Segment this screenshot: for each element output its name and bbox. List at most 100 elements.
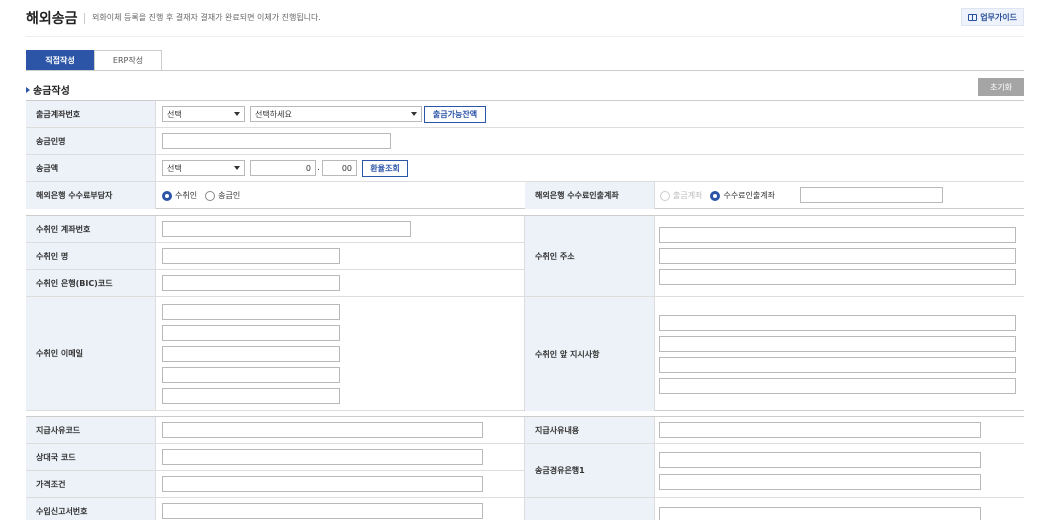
amount-integer-input[interactable]: 0: [250, 160, 316, 176]
fee-account-input[interactable]: [800, 187, 943, 203]
chevron-down-icon: [411, 112, 417, 116]
import-report-input[interactable]: [162, 503, 483, 519]
amount-row: 송금액 선택 0 . 00 환율조회: [26, 155, 1024, 182]
recipient-email-input-4[interactable]: [162, 367, 340, 383]
account-number-select[interactable]: 선택하세요: [250, 106, 422, 122]
recipient-bank-label: 수취인 은행(BIC)코드: [26, 270, 156, 296]
exchange-rate-button[interactable]: 환율조회: [362, 160, 408, 177]
reset-button[interactable]: 초기화: [978, 78, 1024, 96]
sender-name-input[interactable]: [162, 133, 391, 149]
withdraw-account-label: 출금계좌번호: [26, 101, 156, 127]
import-report-row: 수입신고서번호: [26, 498, 524, 520]
recipient-bank-row: 수취인 은행(BIC)코드: [26, 270, 524, 297]
fee-account-withdraw-radio: 출금계좌: [660, 190, 702, 201]
fee-payer-label: 해외은행 수수료부담자: [26, 182, 156, 209]
import-report-label: 수입신고서번호: [26, 498, 156, 520]
title-divider: [84, 13, 85, 24]
country-code-input[interactable]: [162, 449, 483, 465]
balance-check-button[interactable]: 출금가능잔액: [424, 106, 486, 123]
price-terms-row: 가격조건: [26, 471, 524, 498]
recipient-email-label: 수취인 이메일: [26, 297, 156, 410]
recipient-instruction-input-2[interactable]: [659, 336, 1016, 352]
radio-on-icon: [710, 190, 721, 201]
reason-code-row: 지급사유코드: [26, 417, 524, 444]
next-field-row: [525, 498, 1024, 520]
fee-payer-sender-label: 송금인: [218, 191, 241, 200]
recipient-address-row: 수취인 주소: [525, 216, 1024, 297]
currency-value: 선택: [167, 163, 182, 173]
reason-content-input[interactable]: [659, 422, 981, 438]
fee-row: 해외은행 수수료부담자 수취인 송금인 해외은행 수수료인출계좌 출금계좌 수수…: [26, 182, 1024, 209]
tab-erp[interactable]: ERP작성: [94, 50, 162, 71]
recipient-instruction-input-1[interactable]: [659, 315, 1016, 331]
fee-payer-recipient-label: 수취인: [175, 191, 198, 200]
recipient-account-input[interactable]: [162, 221, 411, 237]
recipient-email-input-1[interactable]: [162, 304, 340, 320]
recipient-email-input-2[interactable]: [162, 325, 340, 341]
fee-payer-sender-radio[interactable]: 송금인: [205, 190, 240, 201]
via-bank-row: 송금경유은행1: [525, 444, 1024, 498]
recipient-account-row: 수취인 계좌번호: [26, 216, 524, 243]
recipient-email-input-5[interactable]: [162, 388, 340, 404]
price-terms-input[interactable]: [162, 476, 483, 492]
account-type-select[interactable]: 선택: [162, 106, 245, 122]
recipient-instruction-input-3[interactable]: [659, 357, 1016, 373]
recipient-name-label: 수취인 명: [26, 243, 156, 269]
sender-name-row: 송금인명: [26, 128, 1024, 155]
guide-button-label: 업무가이드: [980, 12, 1017, 22]
decimal-separator: .: [317, 163, 320, 173]
page-header: 해외송금 외화이체 등록을 진행 후 결재자 결재가 완료되면 이체가 진행됩니…: [26, 8, 1024, 36]
tab-direct[interactable]: 직접작성: [26, 50, 94, 71]
recipient-instruction-label: 수취인 앞 지시사항: [525, 297, 655, 411]
guide-button[interactable]: 업무가이드: [961, 8, 1024, 26]
via-bank-label: 송금경유은행1: [525, 444, 655, 497]
recipient-address-input-3[interactable]: [659, 269, 1016, 285]
fee-payer-recipient-radio[interactable]: 수취인: [162, 190, 197, 201]
reason-content-row: 지급사유내용: [525, 417, 1024, 444]
tab-divider: [26, 70, 1024, 71]
recipient-table: 수취인 계좌번호 수취인 명 수취인 은행(BIC)코드 수취인 이메일 수취인…: [26, 215, 1024, 411]
payment-table: 지급사유코드 상대국 코드 가격조건 수입신고서번호 지급사유내용 송금경유은행…: [26, 416, 1024, 520]
recipient-instruction-row: 수취인 앞 지시사항: [525, 297, 1024, 411]
recipient-address-label: 수취인 주소: [525, 216, 655, 296]
country-code-label: 상대국 코드: [26, 444, 156, 470]
amount-decimal-input[interactable]: 00: [322, 160, 357, 176]
currency-select[interactable]: 선택: [162, 160, 245, 176]
fee-account-withdraw-label: 출금계좌: [673, 191, 703, 200]
radio-off-icon: [205, 190, 216, 201]
sender-name-label: 송금인명: [26, 128, 156, 154]
reason-code-label: 지급사유코드: [26, 417, 156, 443]
transfer-basic-table: 출금계좌번호 선택 선택하세요 출금가능잔액 송금인명 송금액 선택 0 . 0…: [26, 100, 1024, 209]
chevron-down-icon: [234, 112, 240, 116]
fee-account-fee-radio[interactable]: 수수료인출계좌: [710, 190, 775, 201]
recipient-email-input-3[interactable]: [162, 346, 340, 362]
recipient-instruction-input-4[interactable]: [659, 378, 1016, 394]
tab-bar: 직접작성 ERP작성: [26, 50, 162, 71]
withdraw-account-row: 출금계좌번호 선택 선택하세요 출금가능잔액: [26, 101, 1024, 128]
next-field-label: [525, 498, 655, 520]
amount-label: 송금액: [26, 155, 156, 181]
reason-content-label: 지급사유내용: [525, 417, 655, 443]
radio-on-icon: [162, 190, 172, 201]
country-code-row: 상대국 코드: [26, 444, 524, 471]
book-icon: [968, 13, 978, 21]
recipient-address-input-1[interactable]: [659, 227, 1016, 243]
recipient-address-input-2[interactable]: [659, 248, 1016, 264]
recipient-email-row: 수취인 이메일: [26, 297, 524, 411]
recipient-name-input[interactable]: [162, 248, 340, 264]
recipient-name-row: 수취인 명: [26, 243, 524, 270]
chevron-down-icon: [234, 166, 240, 170]
account-type-value: 선택: [167, 109, 182, 119]
next-field-input[interactable]: [659, 507, 981, 520]
recipient-bank-input[interactable]: [162, 275, 340, 291]
radio-disabled-icon: [660, 190, 670, 201]
section-title-text: 송금작성: [33, 86, 70, 97]
reason-code-input[interactable]: [162, 422, 483, 438]
account-number-value: 선택하세요: [255, 109, 292, 119]
page-description: 외화이체 등록을 진행 후 결재자 결재가 완료되면 이체가 진행됩니다.: [92, 13, 321, 22]
fee-account-label: 해외은행 수수료인출계좌: [525, 182, 655, 209]
via-bank-input-1[interactable]: [659, 452, 981, 468]
section-title: 송금작성: [26, 82, 70, 97]
via-bank-input-2[interactable]: [659, 474, 981, 490]
recipient-account-label: 수취인 계좌번호: [26, 216, 156, 242]
